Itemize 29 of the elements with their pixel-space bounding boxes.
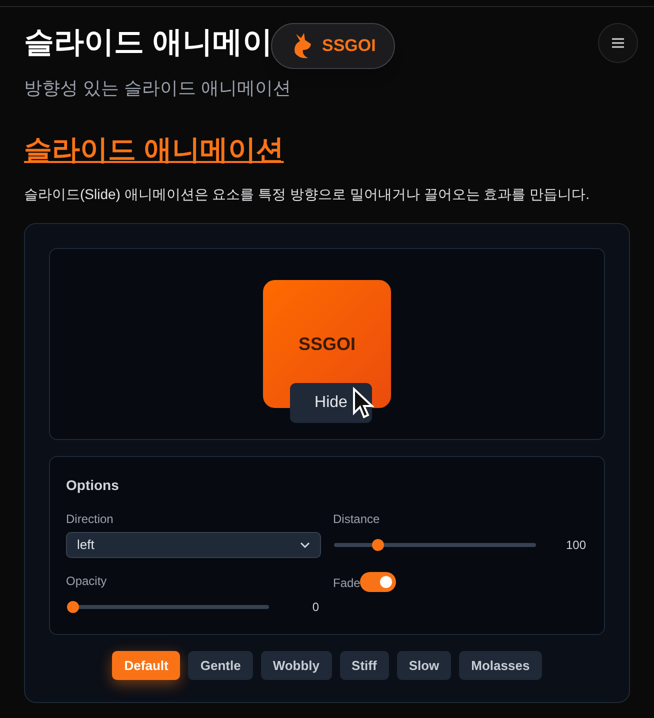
logo-pill[interactable]: SSGOI: [271, 23, 395, 69]
page-title: 슬라이드 애니메이: [24, 25, 272, 61]
box-text: SSGOI: [298, 332, 356, 356]
logo-text: SSGOI: [322, 35, 376, 58]
select-value: left: [77, 536, 94, 554]
fade-toggle[interactable]: [360, 572, 396, 592]
field-label: Distance: [333, 511, 381, 528]
preset-button[interactable]: Slow: [396, 651, 452, 680]
field-label: Opacity: [66, 573, 108, 590]
preset-button[interactable]: Gentle: [188, 651, 253, 680]
slider-thumb[interactable]: [372, 539, 384, 551]
section-description: 슬라이드(Slide) 애니메이션은 요소를 특정 방향으로 밀어내거나 끌어오는 효과를 만듭니다.: [24, 185, 590, 204]
page-subtitle: 방향성 있는 슬라이드 애니메이션: [24, 77, 292, 100]
preset-button[interactable]: Wobbly: [260, 651, 332, 680]
field-label: Direction: [66, 511, 114, 528]
menu-icon: [612, 38, 624, 48]
field-label: Fade: [333, 575, 360, 592]
section-heading: 슬라이드 애니메이션: [24, 133, 285, 167]
options-title: Options: [66, 476, 120, 495]
chevron-down-icon: [300, 542, 310, 548]
slider-value: 100: [566, 537, 586, 554]
direction-select[interactable]: left: [66, 532, 321, 558]
menu-button[interactable]: [598, 23, 638, 63]
cursor-icon: [352, 387, 374, 421]
preset-button[interactable]: Molasses: [459, 651, 542, 680]
preset-button[interactable]: Stiff: [340, 651, 389, 680]
hide-button[interactable]: Hide: [290, 383, 372, 423]
slider-thumb[interactable]: [67, 601, 79, 613]
slider-value: 0: [312, 599, 319, 616]
